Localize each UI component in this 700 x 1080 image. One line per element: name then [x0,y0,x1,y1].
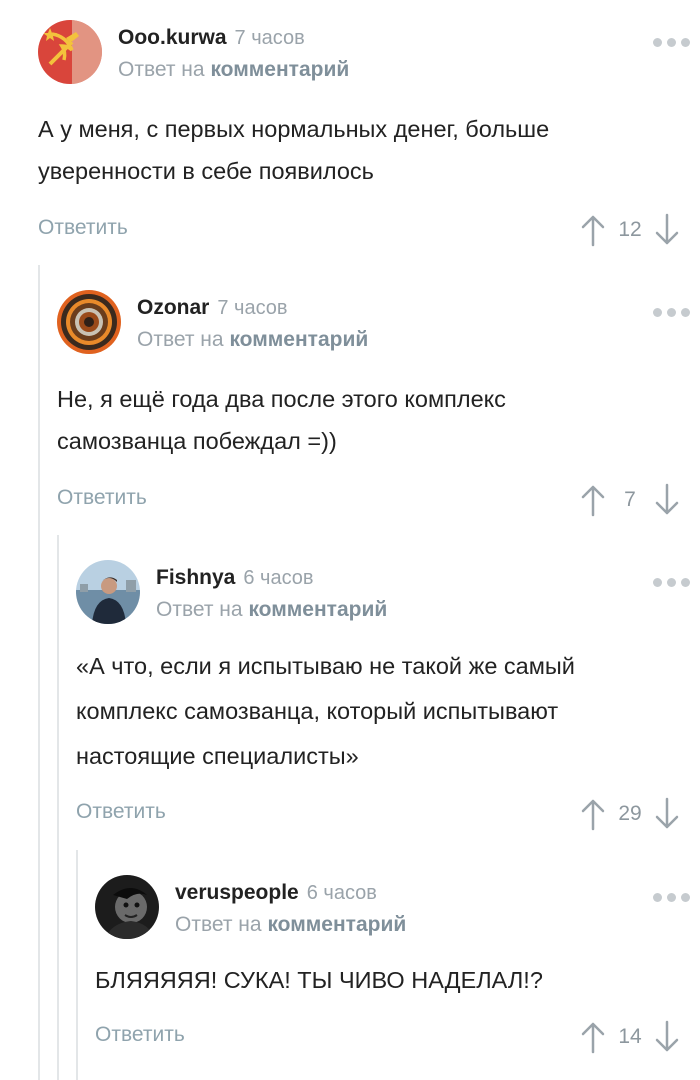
comment-header: Ozonar 7 часов Ответ на комментарий [57,290,700,370]
ornament-avatar[interactable] [57,290,121,354]
thread-line [38,265,40,1080]
upvote-arrow-icon[interactable] [578,482,608,518]
vote-score: 29 [618,802,642,825]
vote-score: 12 [618,218,642,241]
reply-button[interactable]: Ответить [57,486,147,510]
comment: Ozonar 7 часов Ответ на комментарий Не, я… [57,290,700,522]
reply-to-link[interactable]: комментарий [229,328,368,351]
upvote-arrow-icon[interactable] [578,796,608,832]
author-name[interactable]: Ozonar [137,296,209,319]
timestamp: 7 часов [217,297,288,319]
author-row: Fishnya 6 часов [156,566,314,590]
timestamp: 6 часов [243,567,314,589]
reply-button[interactable]: Ответить [95,1023,185,1047]
more-options-icon[interactable] [653,38,690,47]
comment-footer: Ответить 12 [38,212,700,252]
thread-line [57,535,59,1080]
person-photo-avatar[interactable] [76,560,140,624]
comment-footer: Ответить 14 [95,1019,700,1059]
more-options-icon[interactable] [653,308,690,317]
reply-to-link[interactable]: комментарий [248,598,387,621]
reply-to-prefix: Ответ на [156,598,243,621]
comment-footer: Ответить 7 [57,482,700,522]
reply-to-link[interactable]: комментарий [210,58,349,81]
timestamp: 7 часов [234,27,305,49]
hammer-sickle-avatar[interactable] [38,20,102,84]
reply-button[interactable]: Ответить [38,216,128,240]
downvote-arrow-icon[interactable] [652,212,682,248]
comment-header: Fishnya 6 часов Ответ на комментарий [76,560,700,640]
vote-controls: 29 [578,796,682,832]
author-name[interactable]: Fishnya [156,566,235,589]
vote-score: 7 [624,488,636,511]
comment-text: А у меня, с первых нормальных денег, бол… [38,116,550,184]
downvote-arrow-icon[interactable] [652,796,682,832]
author-row: Ozonar 7 часов [137,296,288,320]
more-options-icon[interactable] [653,893,690,902]
reply-to: Ответ на комментарий [156,598,387,622]
reply-button[interactable]: Ответить [76,800,166,824]
reply-to-prefix: Ответ на [137,328,224,351]
comment-text: Не, я ещё года два после этого комплекс … [57,386,506,454]
timestamp: 6 часов [306,882,377,904]
reply-to: Ответ на комментарий [118,58,349,82]
comment-text: БЛЯЯЯЯЯ! СУКА! ТЫ ЧИВО НАДЕЛАЛ!? [95,967,543,993]
comment: Ooo.kurwa 7 часов Ответ на комментарий А … [38,20,700,252]
author-row: Ooo.kurwa 7 часов [118,26,305,50]
comment-header: veruspeople 6 часов Ответ на комментарий [95,875,700,955]
reply-to: Ответ на комментарий [175,913,406,937]
thread-line [76,850,78,1080]
vote-controls: 12 [578,212,682,248]
author-name[interactable]: veruspeople [175,881,299,904]
vote-controls: 14 [578,1019,682,1055]
vote-score: 14 [618,1025,642,1048]
comment-text: «А что, если я испытываю не такой же сам… [76,653,575,769]
dark-portrait-avatar[interactable] [95,875,159,939]
reply-to-prefix: Ответ на [175,913,262,936]
upvote-arrow-icon[interactable] [578,212,608,248]
more-options-icon[interactable] [653,578,690,587]
reply-to-link[interactable]: комментарий [267,913,406,936]
comment-footer: Ответить 29 [76,796,700,836]
author-name[interactable]: Ooo.kurwa [118,26,227,49]
comment: veruspeople 6 часов Ответ на комментарий … [95,875,700,1059]
reply-to: Ответ на комментарий [137,328,368,352]
downvote-arrow-icon[interactable] [652,1019,682,1055]
comment: Fishnya 6 часов Ответ на комментарий «А ч… [76,560,700,836]
reply-to-prefix: Ответ на [118,58,205,81]
comment-header: Ooo.kurwa 7 часов Ответ на комментарий [38,20,700,100]
upvote-arrow-icon[interactable] [578,1019,608,1055]
downvote-arrow-icon[interactable] [652,482,682,518]
vote-controls: 7 [578,482,682,518]
author-row: veruspeople 6 часов [175,881,377,905]
